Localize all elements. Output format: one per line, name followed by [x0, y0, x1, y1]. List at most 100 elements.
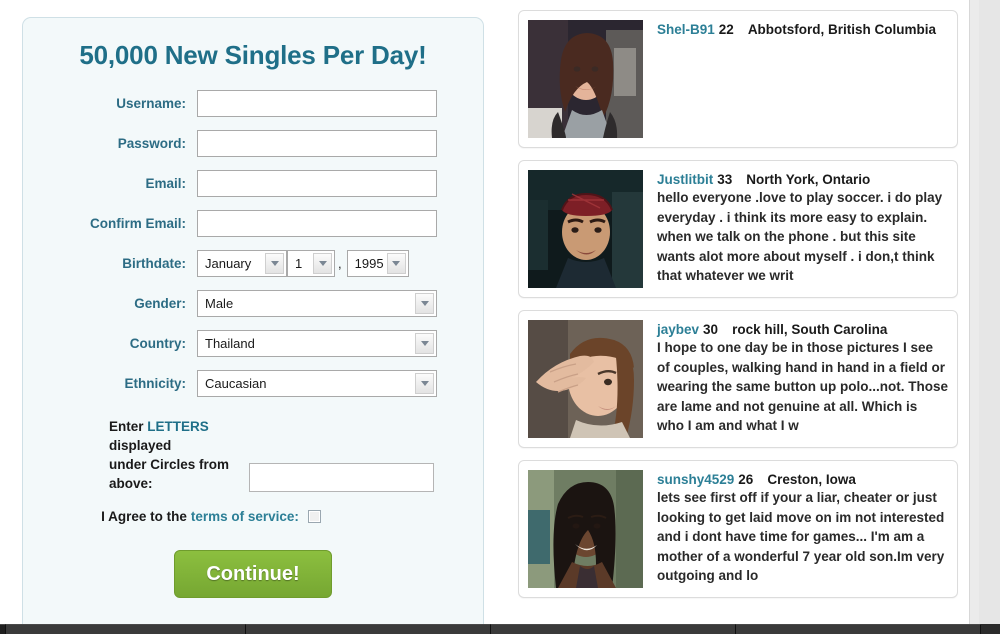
country-value: Thailand: [205, 335, 255, 351]
birthdate-day-value: 1: [295, 255, 303, 271]
email-input[interactable]: [197, 169, 437, 197]
taskbar-item[interactable]: [6, 624, 246, 634]
captcha-letters-emphasis: LETTERS: [147, 419, 209, 434]
profile-card[interactable]: sunshy4529 26 Creston, Iowa lets see first…: [518, 460, 958, 598]
profile-blurb: lets see first off if your a liar, cheat…: [657, 490, 945, 583]
confirm-email-input[interactable]: [197, 209, 437, 237]
profile-card[interactable]: Justlitbit 33 North York, Ontario hello ev…: [518, 160, 958, 298]
captcha-block: Enter LETTERS displayed under Circles fr…: [23, 417, 483, 493]
form-row-gender: Gender: Male: [23, 289, 483, 317]
profile-username[interactable]: Justlitbit: [657, 172, 713, 187]
ethnicity-value: Caucasian: [205, 375, 267, 391]
signup-panel: 50,000 New Singles Per Day! Username: Pa…: [22, 17, 484, 626]
captcha-line-1: Enter LETTERS: [109, 417, 239, 436]
email-label: Email:: [145, 175, 186, 191]
taskbar-item[interactable]: [736, 624, 981, 634]
profile-username[interactable]: Shel-B91: [657, 22, 715, 37]
chevron-down-icon: [415, 332, 434, 354]
profile-location: North York, Ontario: [746, 172, 871, 187]
profile-photo[interactable]: [528, 20, 643, 138]
profile-location: Creston, Iowa: [767, 472, 856, 487]
chevron-down-icon: [386, 252, 406, 274]
scrollbar-track[interactable]: [979, 0, 1000, 634]
form-row-ethnicity: Ethnicity: Caucasian: [23, 369, 483, 397]
taskbar: [0, 624, 1000, 634]
chevron-down-icon: [415, 372, 434, 394]
profile-photo-image: [528, 320, 643, 438]
captcha-line-1-prefix: Enter: [109, 419, 148, 434]
password-label: Password:: [117, 135, 186, 151]
terms-agree-text: I Agree to the: [101, 509, 187, 524]
form-row-country: Country: Thailand: [23, 329, 483, 357]
profile-photo[interactable]: [528, 320, 643, 438]
taskbar-item[interactable]: [491, 624, 736, 634]
profile-photo[interactable]: [528, 470, 643, 588]
profile-photo-image: [528, 170, 643, 288]
profile-blurb: hello everyone .love to play soccer. i d…: [657, 190, 943, 283]
form-row-email: Email:: [23, 169, 483, 197]
profile-photo[interactable]: [528, 170, 643, 288]
page-right-gutter: [969, 0, 1000, 634]
page-root: 50,000 New Singles Per Day! Username: Pa…: [0, 0, 1000, 634]
profile-location: Abbotsford, British Columbia: [747, 22, 937, 37]
taskbar-item[interactable]: [246, 624, 491, 634]
chevron-down-icon: [415, 292, 434, 314]
gender-label: Gender:: [134, 295, 186, 311]
profile-card[interactable]: jaybev 30 rock hill, South Carolina I hope…: [518, 310, 958, 448]
terms-row: I Agree to the terms of service:: [23, 509, 483, 524]
birthdate-month-select[interactable]: January: [197, 249, 287, 277]
password-input[interactable]: [197, 129, 437, 157]
profile-username[interactable]: jaybev: [657, 322, 699, 337]
gender-select[interactable]: Male: [197, 289, 437, 317]
birthdate-label: Birthdate:: [122, 255, 186, 271]
profile-header: jaybev 30 rock hill, South Carolina: [657, 322, 948, 337]
ethnicity-select[interactable]: Caucasian: [197, 369, 437, 397]
profile-info: Justlitbit 33 North York, Ontario hello ev…: [643, 170, 948, 288]
profile-username[interactable]: sunshy4529: [657, 472, 734, 487]
birthdate-day-select[interactable]: 1: [287, 249, 335, 277]
profile-location: rock hill, South Carolina: [732, 322, 888, 337]
chevron-down-icon: [265, 252, 284, 274]
profile-photo-image: [528, 470, 643, 588]
captcha-line-4: above:: [109, 476, 153, 491]
form-row-username: Username:: [23, 89, 483, 117]
username-input[interactable]: [197, 89, 437, 117]
country-label: Country:: [129, 335, 186, 351]
profile-photo-image: [528, 20, 643, 138]
submit-row: Continue!: [23, 550, 483, 598]
username-label: Username:: [116, 95, 186, 111]
form-row-password: Password:: [23, 129, 483, 157]
terms-of-service-link[interactable]: terms of service:: [191, 509, 299, 524]
signup-form: Username: Password: Email: Confirm Email…: [23, 89, 483, 397]
profile-age: 30: [703, 322, 719, 337]
birthdate-month-value: January: [205, 255, 252, 271]
form-row-birthdate: Birthdate: January 1 , 1995: [23, 249, 483, 277]
confirm-email-label: Confirm Email:: [89, 215, 186, 231]
captcha-input[interactable]: [249, 463, 434, 492]
profile-age: 26: [738, 472, 754, 487]
profile-card[interactable]: Shel-B91 22 Abbotsford, British Columbia: [518, 10, 958, 148]
profile-blurb: I hope to one day be in those pictures I…: [657, 340, 949, 433]
profile-age: 22: [718, 22, 734, 37]
profile-header: sunshy4529 26 Creston, Iowa: [657, 472, 948, 487]
profile-header: Shel-B91 22 Abbotsford, British Columbia: [657, 22, 948, 37]
profile-cards-list: Shel-B9122 Abbotsford, British Columbia: [518, 10, 958, 610]
birthdate-year-select[interactable]: 1995: [346, 249, 409, 277]
country-select[interactable]: Thailand: [197, 329, 437, 357]
profile-header: Justlitbit 33 North York, Ontario: [657, 172, 948, 187]
form-row-confirm-email: Confirm Email:: [23, 209, 483, 237]
birthdate-year-value: 1995: [354, 255, 384, 271]
birthdate-separator: ,: [338, 255, 342, 271]
page-title: 50,000 New Singles Per Day!: [79, 40, 427, 70]
continue-button[interactable]: Continue!: [174, 550, 332, 598]
gender-value: Male: [205, 295, 234, 311]
captcha-line-3: under Circles from: [109, 457, 230, 472]
profile-info: sunshy4529 26 Creston, Iowa lets see first…: [643, 470, 948, 588]
profile-info: jaybev 30 rock hill, South Carolina I hope…: [643, 320, 948, 438]
profile-info: Shel-B91 22 Abbotsford, British Columbia: [643, 20, 948, 138]
ethnicity-label: Ethnicity:: [124, 375, 186, 391]
profile-age: 33: [717, 172, 733, 187]
chevron-down-icon: [313, 252, 332, 274]
captcha-instructions: Enter LETTERS displayed under Circles fr…: [109, 417, 239, 493]
terms-checkbox[interactable]: [307, 510, 321, 523]
